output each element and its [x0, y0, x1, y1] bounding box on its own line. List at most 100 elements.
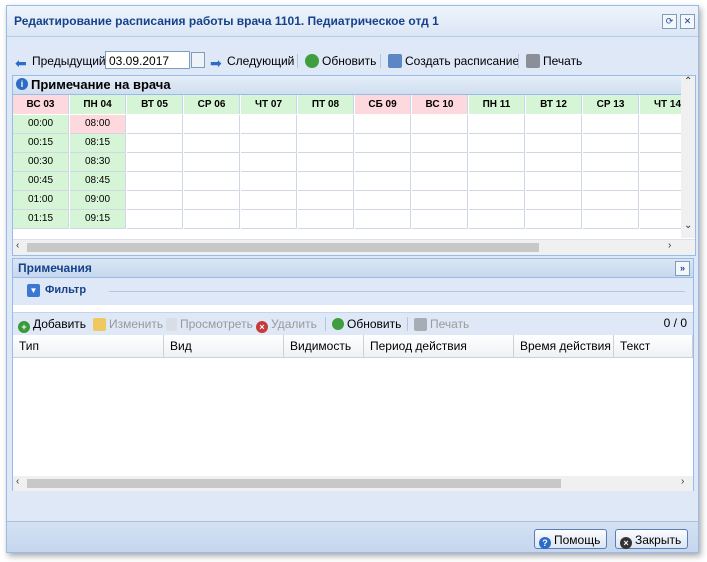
- refresh-button[interactable]: Обновить: [305, 51, 376, 71]
- time-cell[interactable]: 00:00: [13, 115, 69, 134]
- filter-label[interactable]: Фильтр: [45, 284, 86, 296]
- doctor-note-header[interactable]: i Примечание на врача: [13, 76, 695, 95]
- add-button[interactable]: + Добавить: [18, 316, 86, 333]
- day-header[interactable]: ЧТ 07: [241, 95, 297, 114]
- empty-slot-cell[interactable]: [355, 191, 411, 210]
- close-button[interactable]: × Закрыть: [615, 529, 689, 549]
- empty-slot-cell[interactable]: [412, 115, 468, 134]
- horizontal-scrollbar[interactable]: ‹ ›: [13, 239, 695, 255]
- column-time[interactable]: Время действия: [514, 335, 614, 357]
- empty-slot-cell[interactable]: [469, 134, 525, 153]
- empty-slot-cell[interactable]: [241, 153, 297, 172]
- delete-button[interactable]: × Удалить: [256, 316, 317, 333]
- edit-button[interactable]: Изменить: [93, 316, 163, 332]
- empty-slot-cell[interactable]: [469, 172, 525, 191]
- view-button[interactable]: Просмотреть: [166, 316, 253, 332]
- day-header[interactable]: ПН 04: [70, 95, 126, 114]
- empty-slot-cell[interactable]: [469, 191, 525, 210]
- empty-slot-cell[interactable]: [355, 210, 411, 229]
- empty-slot-cell[interactable]: [526, 115, 582, 134]
- column-text[interactable]: Текст: [614, 335, 693, 357]
- empty-slot-cell[interactable]: [127, 153, 183, 172]
- slot-cell[interactable]: 08:00: [70, 115, 126, 134]
- empty-slot-cell[interactable]: [184, 191, 240, 210]
- notes-horizontal-scrollbar[interactable]: ‹ ›: [13, 476, 693, 491]
- empty-slot-cell[interactable]: [412, 172, 468, 191]
- empty-slot-cell[interactable]: [184, 134, 240, 153]
- empty-slot-cell[interactable]: [583, 191, 639, 210]
- scroll-left-icon[interactable]: ‹: [16, 240, 19, 251]
- refresh-tool-icon[interactable]: ⟳: [662, 14, 677, 29]
- empty-slot-cell[interactable]: [583, 172, 639, 191]
- empty-slot-cell[interactable]: [127, 191, 183, 210]
- empty-slot-cell[interactable]: [583, 115, 639, 134]
- day-header[interactable]: ВТ 12: [526, 95, 582, 114]
- help-button[interactable]: ? Помощь: [534, 529, 608, 549]
- empty-slot-cell[interactable]: [412, 153, 468, 172]
- scroll-down-icon[interactable]: ⌄: [684, 220, 692, 231]
- notes-panel-header[interactable]: Примечания »: [12, 258, 694, 278]
- slot-cell[interactable]: 08:45: [70, 172, 126, 191]
- day-header[interactable]: СБ 09: [355, 95, 411, 114]
- empty-slot-cell[interactable]: [298, 134, 354, 153]
- empty-slot-cell[interactable]: [184, 210, 240, 229]
- empty-slot-cell[interactable]: [298, 115, 354, 134]
- chevron-down-icon[interactable]: ▼: [27, 284, 40, 297]
- day-header[interactable]: ПТ 08: [298, 95, 354, 114]
- day-header[interactable]: ПН 11: [469, 95, 525, 114]
- empty-slot-cell[interactable]: [526, 191, 582, 210]
- empty-slot-cell[interactable]: [469, 210, 525, 229]
- empty-slot-cell[interactable]: [298, 210, 354, 229]
- empty-slot-cell[interactable]: [298, 172, 354, 191]
- schedule-grid[interactable]: 00:00 08:00 00:15 08:15 00:30 08:30 00:45 08:45…: [13, 115, 695, 235]
- empty-slot-cell[interactable]: [583, 134, 639, 153]
- empty-slot-cell[interactable]: [355, 115, 411, 134]
- calendar-icon[interactable]: [191, 52, 205, 68]
- scrollbar-thumb[interactable]: [27, 243, 539, 252]
- column-kind[interactable]: Вид: [164, 335, 284, 357]
- empty-slot-cell[interactable]: [469, 153, 525, 172]
- empty-slot-cell[interactable]: [583, 153, 639, 172]
- empty-slot-cell[interactable]: [241, 134, 297, 153]
- empty-slot-cell[interactable]: [241, 210, 297, 229]
- day-header[interactable]: ВС 10: [412, 95, 468, 114]
- empty-slot-cell[interactable]: [298, 153, 354, 172]
- empty-slot-cell[interactable]: [127, 172, 183, 191]
- next-button[interactable]: ➡ Следующий: [210, 51, 294, 71]
- column-period[interactable]: Период действия: [364, 335, 514, 357]
- empty-slot-cell[interactable]: [355, 153, 411, 172]
- time-cell[interactable]: 00:30: [13, 153, 69, 172]
- notes-print-button[interactable]: Печать: [414, 316, 469, 332]
- slot-cell[interactable]: 09:00: [70, 191, 126, 210]
- empty-slot-cell[interactable]: [241, 115, 297, 134]
- empty-slot-cell[interactable]: [184, 172, 240, 191]
- slot-cell[interactable]: 08:15: [70, 134, 126, 153]
- empty-slot-cell[interactable]: [526, 172, 582, 191]
- prev-button[interactable]: ⬅ Предыдущий: [15, 51, 106, 71]
- empty-slot-cell[interactable]: [412, 210, 468, 229]
- empty-slot-cell[interactable]: [583, 210, 639, 229]
- time-cell[interactable]: 01:15: [13, 210, 69, 229]
- empty-slot-cell[interactable]: [127, 115, 183, 134]
- empty-slot-cell[interactable]: [127, 134, 183, 153]
- slot-cell[interactable]: 08:30: [70, 153, 126, 172]
- empty-slot-cell[interactable]: [298, 191, 354, 210]
- day-header[interactable]: ВС 03: [13, 95, 69, 114]
- scroll-right-icon[interactable]: ›: [668, 240, 671, 251]
- slot-cell[interactable]: 09:15: [70, 210, 126, 229]
- empty-slot-cell[interactable]: [184, 153, 240, 172]
- time-cell[interactable]: 01:00: [13, 191, 69, 210]
- empty-slot-cell[interactable]: [241, 191, 297, 210]
- close-tool-icon[interactable]: ✕: [680, 14, 695, 29]
- column-visibility[interactable]: Видимость: [284, 335, 364, 357]
- collapse-icon[interactable]: »: [675, 261, 690, 276]
- time-cell[interactable]: 00:15: [13, 134, 69, 153]
- scrollbar-thumb[interactable]: [27, 479, 561, 488]
- empty-slot-cell[interactable]: [526, 210, 582, 229]
- column-type[interactable]: Тип: [13, 335, 164, 357]
- time-cell[interactable]: 00:45: [13, 172, 69, 191]
- create-schedule-button[interactable]: Создать расписание: [388, 51, 519, 71]
- date-field[interactable]: 03.09.2017: [105, 51, 190, 69]
- empty-slot-cell[interactable]: [355, 134, 411, 153]
- day-header[interactable]: СР 06: [184, 95, 240, 114]
